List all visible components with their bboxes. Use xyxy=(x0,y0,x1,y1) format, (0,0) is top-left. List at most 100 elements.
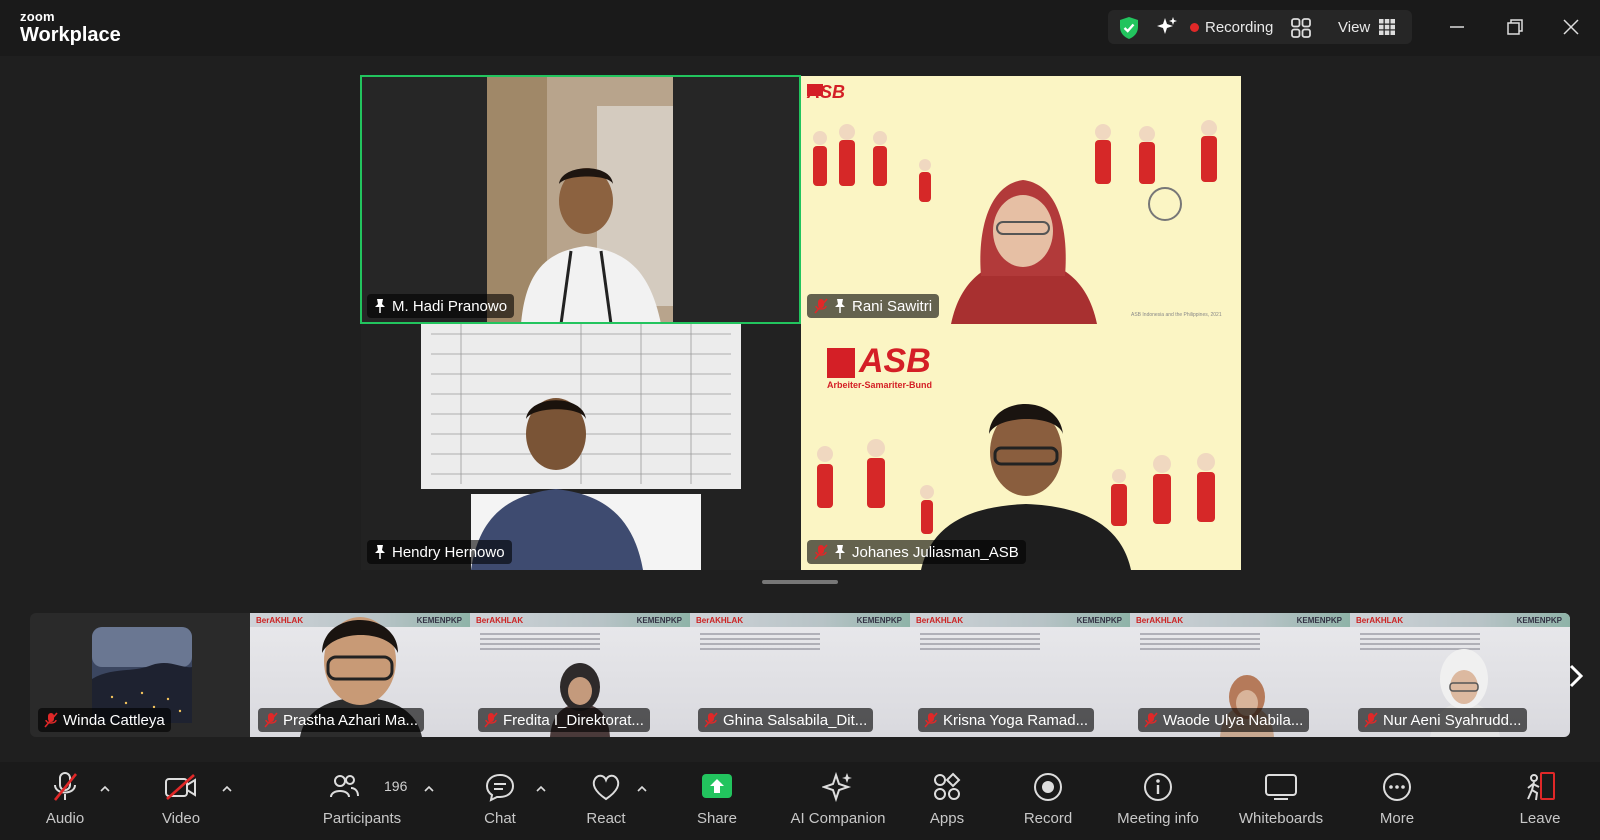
video-label: Video xyxy=(161,810,201,827)
apps-icon xyxy=(934,772,961,800)
apps-label: Apps xyxy=(929,810,965,827)
title-bar: zoom Workplace Recording View xyxy=(0,0,1600,56)
participant-name-tag: Prastha Azhari Ma... xyxy=(258,708,425,732)
participant-name: Krisna Yoga Ramad... xyxy=(943,711,1089,729)
gallery-tile[interactable]: BerAKHLAK KEMENPKP Nur Aeni Syahrudd... xyxy=(1350,613,1570,737)
chat-button[interactable]: Chat xyxy=(445,770,555,827)
participant-name-tag: Nur Aeni Syahrudd... xyxy=(1358,708,1528,732)
video-tile-speaker[interactable]: M. Hadi Pranowo xyxy=(361,76,801,324)
slide-kemen-text: KEMENPKP xyxy=(856,616,902,625)
chevron-up-icon[interactable] xyxy=(221,784,233,794)
participant-name-tag: Hendry Hernowo xyxy=(367,540,512,564)
meeting-status-group: Recording View xyxy=(1108,10,1412,44)
meeting-info-button[interactable]: Meeting info xyxy=(1103,770,1213,827)
gallery-tile[interactable]: BerAKHLAK KEMENPKP Waode Ulya Nabila... xyxy=(1130,613,1350,737)
participant-name: Fredita I_Direktorat... xyxy=(503,711,644,729)
audio-label: Audio xyxy=(45,810,85,827)
participants-icon xyxy=(330,775,359,798)
mic-muted-icon xyxy=(264,712,278,728)
gallery-tile[interactable]: BerAKHLAK KEMENPKP Krisna Yoga Ramad... xyxy=(910,613,1130,737)
gallery-tile[interactable]: BerAKHLAK KEMENPKP Ghina Salsabila_Dit... xyxy=(690,613,910,737)
meeting-toolbar: Audio Video Participants 196 Chat React … xyxy=(0,762,1600,840)
ai-companion-icon xyxy=(822,771,852,803)
resize-drag-handle[interactable] xyxy=(762,580,838,584)
leave-door-icon xyxy=(1527,772,1555,801)
meeting-info-label: Meeting info xyxy=(1117,810,1199,827)
slide-berakhlak-text: BerAKHLAK xyxy=(916,616,964,625)
mic-muted-icon xyxy=(1144,712,1158,728)
video-tile-participant[interactable]: Hendry Hernowo xyxy=(361,324,801,570)
participant-name: M. Hadi Pranowo xyxy=(392,297,508,315)
participant-name: Winda Cattleya xyxy=(63,711,165,729)
video-tile-participant[interactable]: ASB Indonesia and the Philippines, 2021 … xyxy=(801,76,1241,324)
view-button-label[interactable]: View xyxy=(1338,19,1370,36)
ai-sparkle-icon[interactable] xyxy=(1156,16,1178,38)
share-button[interactable]: Share xyxy=(662,770,772,827)
mic-muted-icon xyxy=(704,712,718,728)
pin-icon xyxy=(375,299,385,313)
participant-name-tag: Rani Sawitri xyxy=(807,294,940,318)
gallery-grid-icon[interactable] xyxy=(1290,17,1312,39)
close-window-icon[interactable] xyxy=(1558,14,1584,40)
chevron-right-icon[interactable] xyxy=(1566,660,1586,692)
participant-name: Rani Sawitri xyxy=(852,297,933,315)
participant-name-tag: Ghina Salsabila_Dit... xyxy=(698,708,874,732)
gallery-tile[interactable]: BerAKHLAK KEMENPKP Prastha Azhari Ma... xyxy=(250,613,470,737)
mic-muted-icon xyxy=(814,544,828,560)
more-label: More xyxy=(1379,810,1415,827)
participant-name: Johanes Juliasman_ASB xyxy=(852,543,1019,561)
participant-name-tag: Fredita I_Direktorat... xyxy=(478,708,650,732)
recording-label[interactable]: Recording xyxy=(1205,19,1273,36)
record-label: Record xyxy=(1023,810,1073,827)
participant-name: Ghina Salsabila_Dit... xyxy=(723,711,868,729)
leave-button[interactable]: Leave xyxy=(1485,770,1595,827)
participants-label: Participants xyxy=(322,810,402,827)
minimize-icon[interactable] xyxy=(1444,14,1470,40)
chevron-up-icon[interactable] xyxy=(99,784,111,794)
mic-muted-icon xyxy=(484,712,498,728)
participants-count: 196 xyxy=(384,778,408,794)
whiteboards-button[interactable]: Whiteboards xyxy=(1226,770,1336,827)
more-icon xyxy=(1383,773,1411,801)
participant-name-tag: Johanes Juliasman_ASB xyxy=(807,540,1026,564)
more-button[interactable]: More xyxy=(1342,770,1452,827)
chevron-up-icon[interactable] xyxy=(535,784,547,794)
gallery-tile[interactable]: Winda Cattleya xyxy=(30,613,250,737)
security-shield-icon[interactable] xyxy=(1118,16,1140,40)
participant-name: Nur Aeni Syahrudd... xyxy=(1383,711,1522,729)
participant-video: ASB Indonesia and the Philippines, 2021 xyxy=(807,84,1222,324)
record-button[interactable]: Record xyxy=(993,770,1103,827)
pin-icon xyxy=(835,299,845,313)
asb-logo: ASB xyxy=(859,342,931,380)
ai-companion-label: AI Companion xyxy=(790,810,886,827)
share-label: Share xyxy=(696,810,738,827)
asb-subtitle: Arbeiter-Samariter-Bund xyxy=(827,380,933,390)
react-button[interactable]: React xyxy=(551,770,661,827)
chevron-up-icon[interactable] xyxy=(636,784,648,794)
slide-berakhlak-text: BerAKHLAK xyxy=(696,616,744,625)
apps-button[interactable]: Apps xyxy=(892,770,1002,827)
mic-muted-icon xyxy=(924,712,938,728)
slide-kemen-text: KEMENPKP xyxy=(1076,616,1122,625)
participant-name-tag: Waode Ulya Nabila... xyxy=(1138,708,1310,732)
restore-window-icon[interactable] xyxy=(1502,14,1528,40)
whiteboard-icon xyxy=(1265,774,1297,800)
logo-zoom-text: zoom xyxy=(20,9,55,24)
audio-button[interactable]: Audio xyxy=(10,770,120,827)
pin-icon xyxy=(375,545,385,559)
mic-muted-icon xyxy=(44,712,58,728)
participant-name-tag: Krisna Yoga Ramad... xyxy=(918,708,1095,732)
view-grid-icon[interactable] xyxy=(1378,18,1396,36)
ai-companion-button[interactable]: AI Companion xyxy=(778,770,898,827)
camera-off-icon xyxy=(165,774,196,800)
gallery-tile[interactable]: BerAKHLAK KEMENPKP Fredita I_Direktorat..… xyxy=(470,613,690,737)
chevron-up-icon[interactable] xyxy=(423,784,435,794)
video-tile-participant[interactable]: ASB Arbeiter-Samariter-Bund Johanes Juli… xyxy=(801,324,1241,570)
participant-name-tag: Winda Cattleya xyxy=(38,708,171,732)
video-button[interactable]: Video xyxy=(126,770,236,827)
logo-workplace-text: Workplace xyxy=(20,24,121,46)
whiteboards-label: Whiteboards xyxy=(1238,810,1324,827)
participant-name: Hendry Hernowo xyxy=(392,543,505,561)
chat-icon xyxy=(485,773,515,802)
mic-muted-icon xyxy=(53,772,78,801)
